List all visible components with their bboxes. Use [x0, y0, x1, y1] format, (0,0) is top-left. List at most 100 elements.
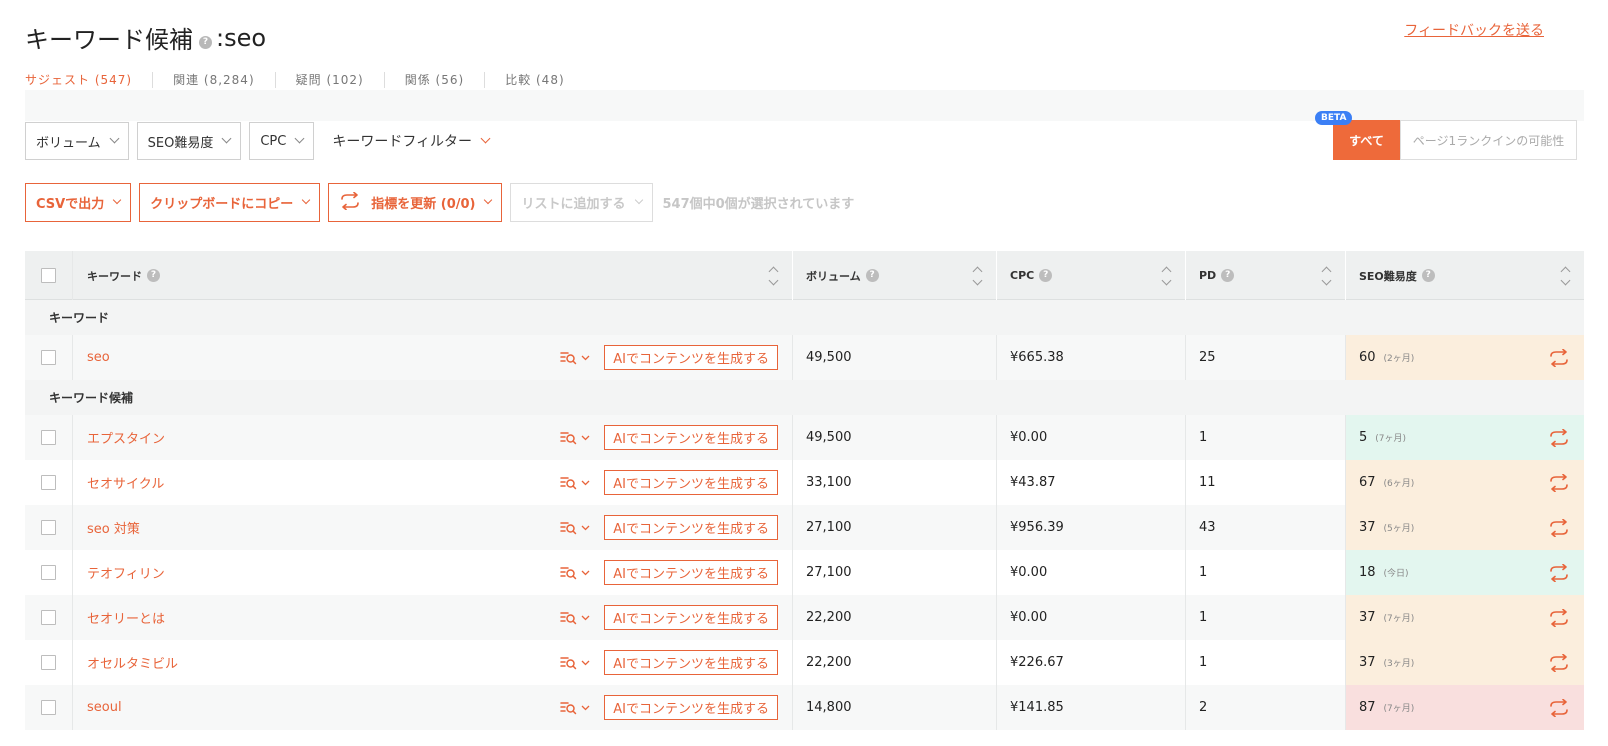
row-checkbox[interactable] — [41, 700, 56, 715]
refresh-icon[interactable] — [1548, 473, 1570, 492]
refresh-icon[interactable] — [1548, 563, 1570, 582]
copy-clipboard-label: クリップボードにコピー — [150, 197, 294, 212]
refresh-icon[interactable] — [1548, 428, 1570, 447]
help-icon[interactable]: ? — [865, 269, 879, 282]
tab-relations[interactable]: 関係 (56) — [383, 72, 484, 88]
ai-generate-button[interactable]: AIでコンテンツを生成する — [604, 695, 778, 720]
table-row[interactable]: オセルタミビル AIでコンテンツを生成する 22,200 ¥226.67 1 3… — [25, 640, 1584, 685]
column-cpc[interactable]: CPC ? — [997, 251, 1186, 300]
row-checkbox[interactable] — [41, 430, 56, 445]
ai-generate-button[interactable]: AIでコンテンツを生成する — [604, 605, 778, 630]
ai-generate-button[interactable]: AIでコンテンツを生成する — [604, 425, 778, 450]
serp-search-icon[interactable] — [560, 431, 590, 445]
keyword-link[interactable]: seo 対策 — [87, 518, 140, 537]
tab-suggest[interactable]: サジェスト (547) — [25, 72, 152, 88]
ai-generate-button[interactable]: AIでコンテンツを生成する — [604, 560, 778, 585]
keyword-link[interactable]: オセルタミビル — [87, 653, 178, 672]
sort-icon[interactable] — [768, 265, 778, 287]
seo-difficulty-filter-label: SEO難易度 — [147, 135, 214, 151]
column-seo-difficulty[interactable]: SEO難易度 ? — [1346, 251, 1584, 300]
serp-search-icon[interactable] — [560, 351, 590, 365]
table-row[interactable]: seo AIでコンテンツを生成する 49,500 ¥665.38 25 60 (2… — [25, 335, 1584, 380]
serp-search-icon[interactable] — [560, 521, 590, 535]
table-row[interactable]: テオフィリン AIでコンテンツを生成する 27,100 ¥0.00 1 18 (今… — [25, 550, 1584, 595]
row-checkbox[interactable] — [41, 475, 56, 490]
table-row[interactable]: セオリーとは AIでコンテンツを生成する 22,200 ¥0.00 1 37 (7… — [25, 595, 1584, 640]
help-icon[interactable]: ? — [1039, 269, 1053, 282]
row-checkbox[interactable] — [41, 520, 56, 535]
feedback-link[interactable]: フィードバックを送る — [1404, 20, 1544, 40]
csv-export-button[interactable]: CSVで出力 — [25, 183, 132, 222]
serp-search-icon[interactable] — [560, 701, 590, 715]
table-row[interactable]: seo 対策 AIでコンテンツを生成する 27,100 ¥956.39 43 3… — [25, 505, 1584, 550]
sort-icon[interactable] — [972, 265, 982, 287]
copy-clipboard-button[interactable]: クリップボードにコピー — [139, 183, 321, 222]
keyword-link[interactable]: セオサイクル — [87, 473, 164, 492]
tab-related[interactable]: 関連 (8,284) — [152, 72, 275, 88]
row-checkbox[interactable] — [41, 565, 56, 580]
row-checkbox[interactable] — [41, 655, 56, 670]
ai-generate-button[interactable]: AIでコンテンツを生成する — [604, 470, 778, 495]
help-icon[interactable]: ? — [199, 36, 212, 49]
rank-possibility-toggle-button[interactable]: ページ1ランクインの可能性 — [1400, 120, 1577, 160]
keyword-cell: エプスタイン AIでコンテンツを生成する — [73, 415, 793, 460]
refresh-icon[interactable] — [1548, 518, 1570, 537]
keyword-tools: AIでコンテンツを生成する — [560, 345, 778, 370]
row-checkbox[interactable] — [41, 610, 56, 625]
refresh-icon[interactable] — [1548, 608, 1570, 627]
ai-generate-button[interactable]: AIでコンテンツを生成する — [604, 515, 778, 540]
refresh-icon[interactable] — [1548, 348, 1570, 367]
column-pd[interactable]: PD ? — [1186, 251, 1346, 300]
pd-cell: 1 — [1186, 640, 1346, 685]
pd-cell: 1 — [1186, 415, 1346, 460]
table-row[interactable]: seoul AIでコンテンツを生成する 14,800 ¥141.85 2 87 (… — [25, 685, 1584, 730]
keyword-link[interactable]: セオリーとは — [87, 608, 165, 627]
all-toggle-button[interactable]: すべて — [1333, 120, 1400, 160]
select-all-checkbox[interactable] — [41, 268, 56, 283]
keyword-link[interactable]: seoul — [87, 700, 122, 715]
pd-cell: 11 — [1186, 460, 1346, 505]
cpc-cell: ¥0.00 — [997, 415, 1186, 460]
column-cpc-label: CPC — [1010, 269, 1035, 282]
tab-comparisons[interactable]: 比較 (48) — [484, 72, 584, 88]
keyword-filter-button[interactable]: キーワードフィルター — [322, 122, 500, 160]
seo-score: 67 (6ヶ月) — [1359, 475, 1414, 490]
help-icon[interactable]: ? — [147, 269, 160, 282]
refresh-icon[interactable] — [1548, 653, 1570, 672]
serp-search-icon[interactable] — [560, 656, 590, 670]
keyword-link[interactable]: seo — [87, 350, 110, 365]
refresh-icon[interactable] — [1548, 698, 1570, 717]
chevron-down-icon — [634, 195, 643, 205]
serp-search-icon[interactable] — [560, 476, 590, 490]
table-row[interactable]: セオサイクル AIでコンテンツを生成する 33,100 ¥43.87 11 67… — [25, 460, 1584, 505]
sort-icon[interactable] — [1560, 265, 1570, 287]
seo-score-value: 87 — [1359, 700, 1376, 715]
sort-icon[interactable] — [1321, 265, 1331, 287]
pd-cell: 2 — [1186, 685, 1346, 730]
keyword-link[interactable]: エプスタイン — [87, 428, 165, 447]
add-to-list-button[interactable]: リストに追加する — [510, 183, 653, 222]
column-volume[interactable]: ボリューム ? — [793, 251, 997, 300]
seo-difficulty-filter-button[interactable]: SEO難易度 — [136, 122, 242, 160]
tab-questions[interactable]: 疑問 (102) — [274, 72, 384, 88]
cpc-filter-button[interactable]: CPC — [249, 122, 315, 160]
volume-filter-button[interactable]: ボリューム — [25, 122, 129, 160]
ai-generate-button[interactable]: AIでコンテンツを生成する — [604, 345, 778, 370]
keyword-cell: セオリーとは AIでコンテンツを生成する — [73, 595, 793, 640]
keyword-link[interactable]: テオフィリン — [87, 563, 165, 582]
seo-score-age: (6ヶ月) — [1383, 479, 1415, 489]
row-checkbox[interactable] — [41, 350, 56, 365]
sort-icon[interactable] — [1161, 265, 1171, 287]
keyword-cell: seoul AIでコンテンツを生成する — [73, 685, 793, 730]
help-icon[interactable]: ? — [1421, 269, 1435, 282]
volume-cell: 33,100 — [793, 460, 997, 505]
main-keyword-rows: seo AIでコンテンツを生成する 49,500 ¥665.38 25 60 (2… — [25, 335, 1584, 380]
column-keyword[interactable]: キーワード ? — [73, 251, 793, 300]
ai-generate-button[interactable]: AIでコンテンツを生成する — [604, 650, 778, 675]
serp-search-icon[interactable] — [560, 611, 590, 625]
update-metrics-button[interactable]: 指標を更新 (0/0) — [328, 183, 503, 222]
help-icon[interactable]: ? — [1221, 269, 1235, 282]
table-row[interactable]: エプスタイン AIでコンテンツを生成する 49,500 ¥0.00 1 5 (7ヶ… — [25, 415, 1584, 460]
keyword-cell: オセルタミビル AIでコンテンツを生成する — [73, 640, 793, 685]
serp-search-icon[interactable] — [560, 566, 590, 580]
